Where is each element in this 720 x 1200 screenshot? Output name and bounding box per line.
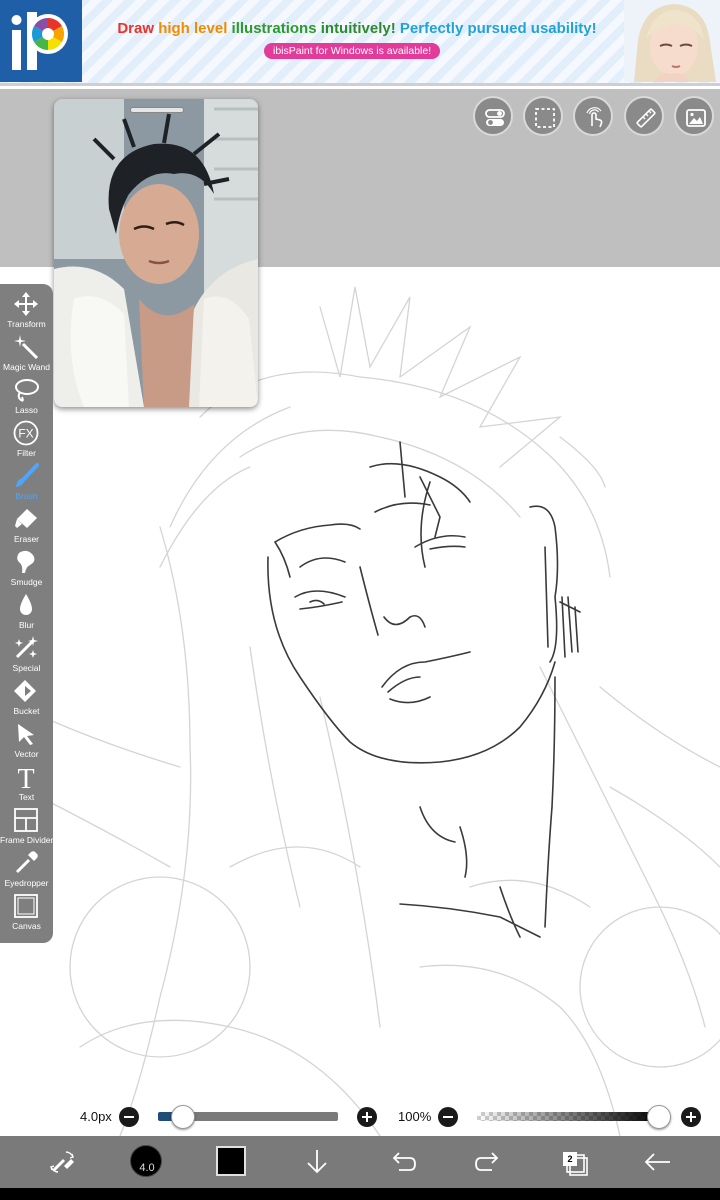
tool-lasso[interactable]: Lasso <box>0 374 53 417</box>
brush-swap-icon <box>50 1151 74 1173</box>
touch-button[interactable] <box>573 96 613 136</box>
tool-eyedropper[interactable]: Eyedropper <box>0 847 53 890</box>
selection-icon <box>535 108 555 128</box>
transform-icon <box>14 292 38 316</box>
canvas-icon <box>14 894 38 918</box>
ruler-icon <box>636 108 656 128</box>
frame-divider-icon <box>14 808 38 832</box>
opacity-decrease-button[interactable] <box>438 1107 458 1127</box>
eyedropper-icon <box>15 851 38 874</box>
brush-size-decrease-button[interactable] <box>119 1107 139 1127</box>
back-button[interactable] <box>640 1144 676 1180</box>
brush-swap-button[interactable] <box>44 1144 80 1180</box>
ad-subtitle: ibisPaint for Windows is available! <box>264 43 441 59</box>
tool-bucket[interactable]: Bucket <box>0 675 53 718</box>
bottom-toolbar: 4.0 2 <box>0 1136 720 1188</box>
image-icon <box>686 109 706 127</box>
touch-icon <box>586 107 603 128</box>
reference-photo <box>54 99 258 407</box>
tool-smudge[interactable]: Smudge <box>0 546 53 589</box>
special-icon <box>15 636 38 659</box>
layer-count-badge: 2 <box>563 1152 577 1166</box>
toggle-icon <box>485 109 505 126</box>
redo-button[interactable] <box>470 1144 506 1180</box>
svg-text:FX: FX <box>18 427 33 441</box>
ad-headline: Draw high level illustrations intuitivel… <box>117 20 597 37</box>
brush-icon <box>16 463 39 487</box>
reference-image-button[interactable] <box>674 96 714 136</box>
current-color-swatch[interactable] <box>216 1146 246 1176</box>
tool-brush[interactable]: Brush <box>0 460 53 503</box>
ruler-button[interactable] <box>624 96 664 136</box>
opacity-slider-thumb[interactable] <box>647 1105 671 1129</box>
magic-wand-icon <box>14 335 39 360</box>
filter-icon: FX <box>13 420 39 446</box>
reference-window[interactable] <box>54 99 258 407</box>
system-navigation-bar <box>0 1188 720 1200</box>
tool-panel: Transform Magic Wand Lasso FX Filter Bru… <box>0 284 53 943</box>
tool-vector[interactable]: Vector <box>0 718 53 761</box>
toggle-button[interactable] <box>473 96 513 136</box>
brush-size-increase-button[interactable] <box>357 1107 377 1127</box>
save-down-button[interactable] <box>299 1144 335 1180</box>
brush-size-preview[interactable]: 4.0 <box>130 1145 162 1177</box>
svg-text:T: T <box>17 764 34 790</box>
tool-canvas[interactable]: Canvas <box>0 890 53 933</box>
vector-icon <box>18 724 34 745</box>
tool-special[interactable]: Special <box>0 632 53 675</box>
ad-banner[interactable]: Draw high level illustrations intuitivel… <box>0 0 720 86</box>
brush-size-slider-thumb[interactable] <box>171 1105 196 1129</box>
app-screen: Draw high level illustrations intuitivel… <box>0 0 720 1200</box>
lasso-icon <box>15 379 39 402</box>
brush-opacity-value: 100% <box>398 1109 432 1124</box>
tool-eraser[interactable]: Eraser <box>0 503 53 546</box>
smudge-icon <box>17 550 35 573</box>
tool-text[interactable]: T Text <box>0 761 53 804</box>
tool-frame-divider[interactable]: Frame Divider <box>0 804 53 847</box>
reference-drag-handle[interactable] <box>130 107 184 113</box>
undo-icon <box>392 1152 416 1171</box>
undo-button[interactable] <box>385 1144 421 1180</box>
opacity-slider[interactable] <box>477 1112 659 1121</box>
eraser-icon <box>15 509 37 528</box>
blur-icon <box>20 594 32 615</box>
bucket-icon <box>14 680 36 702</box>
selection-button[interactable] <box>523 96 563 136</box>
text-icon: T <box>17 764 34 790</box>
tool-blur[interactable]: Blur <box>0 589 53 632</box>
tool-magic-wand[interactable]: Magic Wand <box>0 331 53 374</box>
ad-character-image <box>624 0 720 82</box>
opacity-increase-button[interactable] <box>681 1107 701 1127</box>
back-icon <box>644 1153 670 1171</box>
tool-filter[interactable]: FX Filter <box>0 417 53 460</box>
brush-settings-row: 4.0px 100% <box>0 1100 720 1136</box>
download-icon <box>307 1150 327 1174</box>
redo-icon <box>475 1152 499 1171</box>
brush-size-value: 4.0px <box>80 1109 112 1124</box>
ibispaint-logo-icon <box>0 0 82 82</box>
tool-transform[interactable]: Transform <box>0 288 53 331</box>
